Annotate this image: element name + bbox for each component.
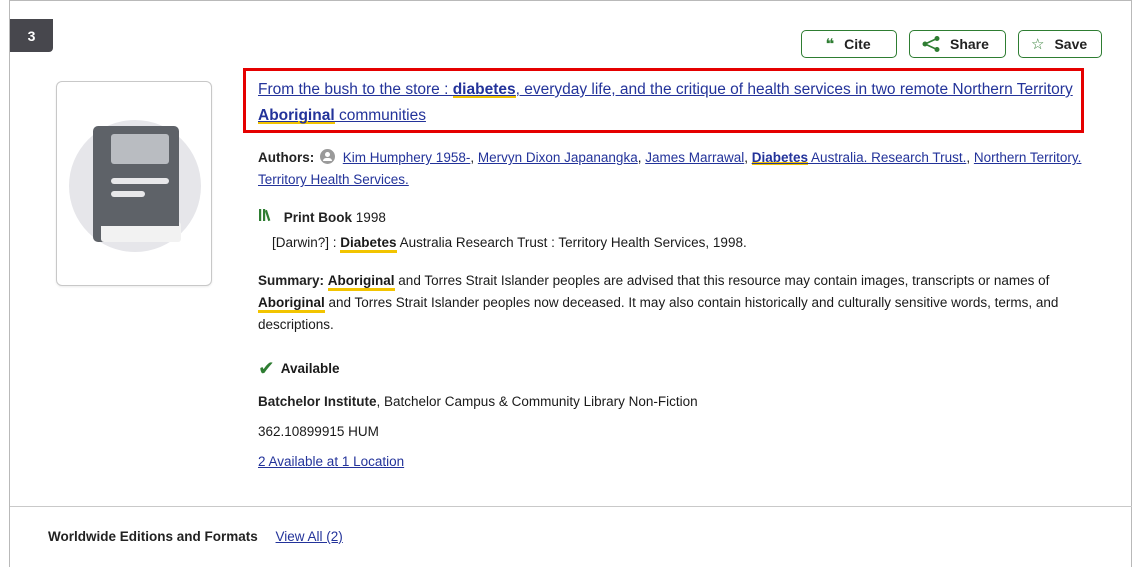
record-actions: ❝ Cite Share ☆ Save: [801, 30, 1102, 58]
cite-button[interactable]: ❝ Cite: [801, 30, 897, 58]
author-link[interactable]: James Marrawal: [645, 150, 744, 165]
result-number-badge: 3: [10, 19, 53, 52]
book-cover[interactable]: [56, 81, 212, 286]
book-shelf-icon: [258, 207, 272, 229]
checkmark-icon: ✔: [258, 358, 275, 380]
location-availability-link[interactable]: 2 Available at 1 Location: [258, 451, 404, 473]
availability-status: ✔ Available: [258, 358, 340, 380]
holding-library: Batchelor Institute, Batchelor Campus & …: [258, 394, 698, 409]
share-button[interactable]: Share: [909, 30, 1006, 58]
format-line: Print Book 1998: [258, 207, 386, 229]
share-icon: [922, 36, 940, 52]
save-button[interactable]: ☆ Save: [1018, 30, 1102, 58]
quote-icon: ❝: [825, 36, 835, 53]
author-link[interactable]: Diabetes Australia. Research Trust.: [752, 150, 967, 165]
person-icon: [320, 149, 336, 164]
publisher-line: [Darwin?] : Diabetes Australia Research …: [272, 232, 747, 254]
divider: [10, 506, 1132, 507]
author-link[interactable]: Kim Humphery 1958-: [343, 150, 471, 165]
authors-line: Authors: Kim Humphery 1958-, Mervyn Dixo…: [258, 149, 1082, 187]
editions-bar: Worldwide Editions and Formats View All …: [48, 529, 343, 544]
summary: Summary: Aboriginal and Torres Strait Is…: [258, 273, 1059, 332]
record-title[interactable]: From the bush to the store : diabetes, e…: [258, 77, 1088, 129]
book-icon: [69, 120, 201, 252]
author-link[interactable]: Mervyn Dixon Japanangka: [478, 150, 638, 165]
call-number: 362.10899915 HUM: [258, 424, 379, 439]
title-link[interactable]: From the bush to the store : diabetes, e…: [258, 81, 1073, 124]
star-icon: ☆: [1031, 36, 1045, 53]
view-all-editions-link[interactable]: View All (2): [276, 529, 343, 544]
